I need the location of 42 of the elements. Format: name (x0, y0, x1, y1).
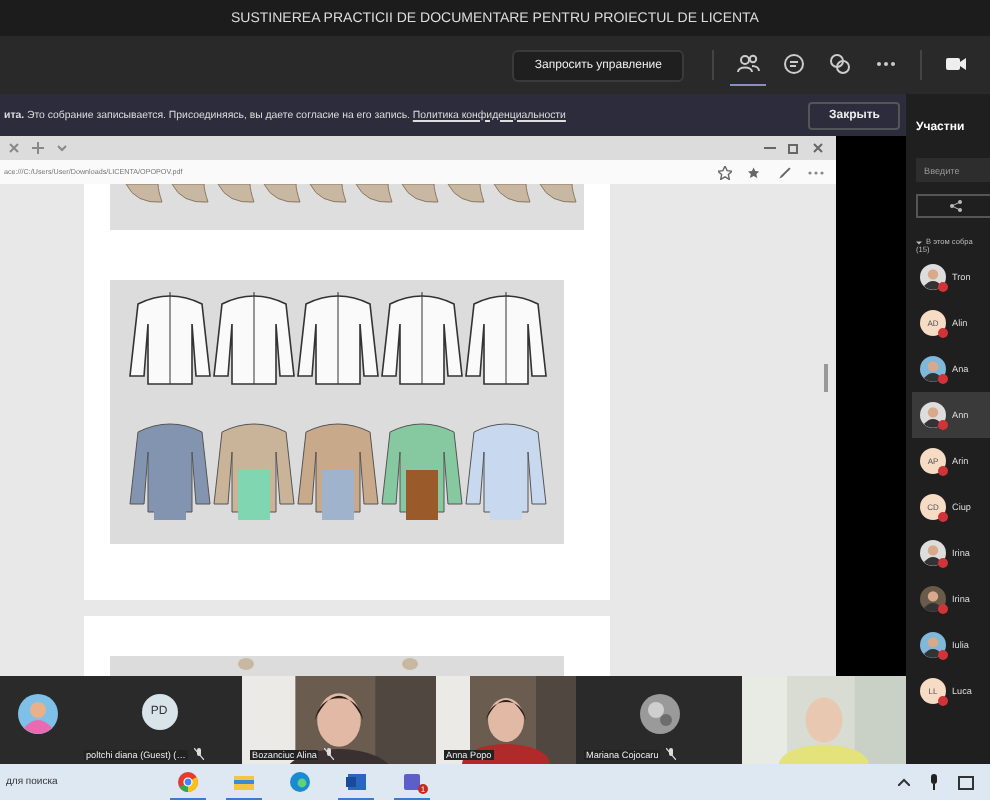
chat-icon (782, 51, 806, 75)
avatar-photo (920, 632, 946, 658)
avatar-photo (920, 264, 946, 290)
participant-tile[interactable] (0, 676, 76, 764)
share-button[interactable] (916, 194, 990, 218)
people-icon (736, 51, 760, 75)
new-tab-icon[interactable] (32, 142, 44, 154)
status-busy-icon (938, 466, 948, 476)
avatar-photo (639, 694, 679, 734)
avatar-photo (920, 540, 946, 566)
status-busy-icon (938, 282, 948, 292)
pen-icon[interactable] (778, 165, 792, 179)
status-busy-icon (938, 558, 948, 568)
status-busy-icon (938, 420, 948, 430)
status-busy-icon (938, 696, 948, 706)
status-busy-icon (938, 650, 948, 660)
chevron-down-icon[interactable] (916, 239, 922, 245)
avatar-photo (920, 586, 946, 612)
document-icon (346, 771, 366, 791)
browser-icon (290, 771, 310, 791)
avatar-photo (920, 402, 946, 428)
folder-icon (234, 771, 254, 791)
status-busy-icon (938, 328, 948, 338)
close-icon[interactable] (812, 142, 824, 154)
notification-icon[interactable] (958, 775, 974, 789)
microphone-icon[interactable] (930, 774, 938, 790)
status-busy-icon (938, 604, 948, 614)
browser-icon (178, 771, 198, 791)
more-icon[interactable] (808, 169, 824, 175)
star-icon[interactable] (718, 165, 732, 179)
reactions-icon (828, 51, 852, 75)
chevron-up-icon[interactable] (898, 778, 910, 786)
minimize-icon[interactable] (764, 142, 776, 154)
avatar-photo (18, 694, 58, 734)
avatar-photo (920, 356, 946, 382)
restore-icon[interactable] (788, 142, 800, 154)
status-busy-icon (938, 374, 948, 384)
favorites-icon[interactable] (748, 165, 762, 179)
teams-icon (402, 771, 422, 791)
status-busy-icon (938, 512, 948, 522)
close-icon[interactable] (8, 142, 20, 154)
share-icon (950, 200, 962, 212)
